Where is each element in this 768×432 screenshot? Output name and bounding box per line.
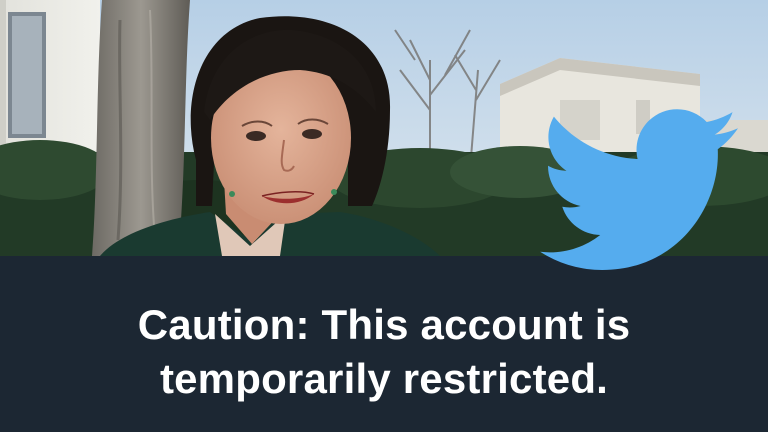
caution-message: Caution: This account is temporarily res…	[0, 298, 768, 406]
caution-line-2: temporarily restricted.	[159, 355, 609, 402]
twitter-bird-icon	[528, 108, 750, 272]
caution-line-1: Caution: This account is	[137, 301, 631, 348]
